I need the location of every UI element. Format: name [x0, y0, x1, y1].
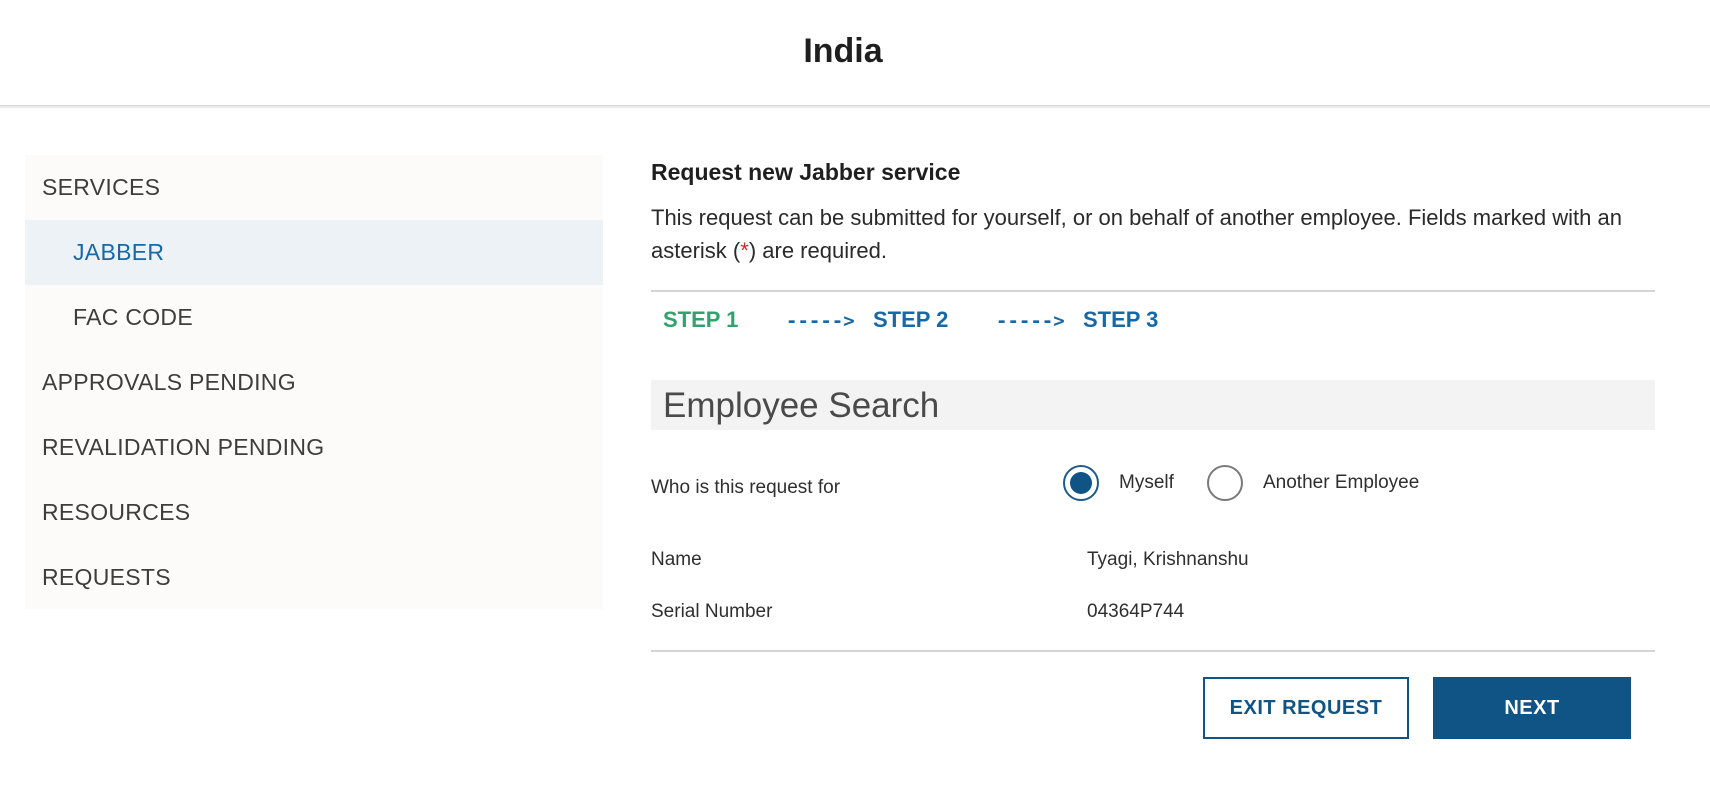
step-arrow-2: ----->	[996, 310, 1065, 332]
sidebar-item-jabber[interactable]: JABBER	[25, 220, 603, 285]
sidebar-item-requests[interactable]: REQUESTS	[25, 545, 603, 610]
radio-another-employee[interactable]	[1207, 465, 1243, 501]
next-button[interactable]: NEXT	[1433, 677, 1631, 739]
serial-number-label: Serial Number	[651, 601, 773, 622]
sidebar-item-revalidation-pending[interactable]: REVALIDATION PENDING	[25, 415, 603, 480]
page-header: India	[0, 0, 1710, 106]
sidebar-item-approvals-pending[interactable]: APPROVALS PENDING	[25, 350, 603, 415]
step-arrow-1: ----->	[786, 310, 855, 332]
employee-search-title: Employee Search	[663, 386, 940, 425]
serial-number-value: 04364P744	[1087, 601, 1185, 622]
divider-bottom	[651, 650, 1655, 652]
radio-selected-dot	[1070, 472, 1092, 494]
required-asterisk: *	[740, 238, 749, 263]
radio-myself[interactable]	[1063, 465, 1099, 501]
request-description: This request can be submitted for yourse…	[651, 201, 1651, 267]
sidebar-item-resources[interactable]: RESOURCES	[25, 480, 603, 545]
sidebar: SERVICES JABBER FAC CODE APPROVALS PENDI…	[25, 155, 603, 609]
divider-top	[651, 290, 1655, 292]
request-for-radio-group: Myself Another Employee	[1063, 465, 1563, 505]
step-3: STEP 3	[1083, 307, 1159, 332]
name-value: Tyagi, Krishnanshu	[1087, 549, 1249, 570]
request-title: Request new Jabber service	[651, 159, 961, 185]
step-2: STEP 2	[873, 307, 949, 332]
radio-another-employee-label[interactable]: Another Employee	[1263, 472, 1419, 494]
sidebar-item-services[interactable]: SERVICES	[25, 155, 603, 220]
name-label: Name	[651, 549, 702, 570]
page-title: India	[803, 32, 883, 70]
who-label: Who is this request for	[651, 477, 841, 498]
description-text-end: ) are required.	[748, 238, 887, 263]
step-1: STEP 1	[663, 307, 739, 332]
radio-myself-label[interactable]: Myself	[1119, 472, 1174, 494]
step-indicator: STEP 1 -----> STEP 2 -----> STEP 3	[663, 307, 1463, 337]
sidebar-item-fac-code[interactable]: FAC CODE	[25, 285, 603, 350]
employee-search-header: Employee Search	[651, 380, 1655, 430]
exit-request-button[interactable]: EXIT REQUEST	[1203, 677, 1409, 739]
